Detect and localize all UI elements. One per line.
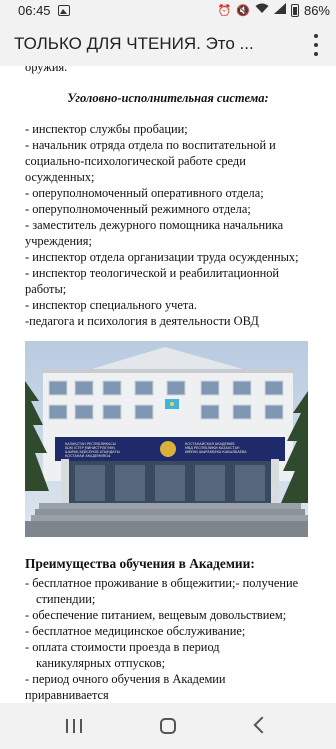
signal-icon (273, 3, 286, 18)
duty-line: работы; (25, 282, 67, 296)
advantage-line: - обеспечение питанием, вещевым довольст… (25, 608, 287, 622)
alarm-icon: ⏰ (217, 4, 232, 17)
duty-line: - инспектор теологической и реабилитацио… (25, 266, 280, 280)
sign-right-line: ИМЕНИ ШЫРАКБЕКА КАБЫЛБАЕВА (185, 450, 247, 454)
navigation-bar (0, 703, 336, 749)
section-title: Уголовно-исполнительная система: (67, 91, 269, 105)
status-bar: 06:45 ⏰ 🔇 86% (0, 0, 336, 22)
building-illustration: ҚАЗАҚСТАН РЕСПУБЛИКАСЫ ІШКІ ІСТЕР МИНИСТ… (25, 341, 308, 537)
advantages-title: Преимущества обучения в Академии: (25, 556, 255, 571)
duty-line: - инспектор специального учета. (25, 298, 198, 312)
battery-percent: 86% (303, 2, 330, 18)
duty-line: - инспектор отдела организации труда осу… (25, 250, 299, 264)
advantage-line: приравнивается (25, 688, 109, 702)
advantage-line: - бесплатное проживание в общежитии;- по… (25, 576, 299, 590)
more-vertical-icon[interactable] (308, 34, 324, 56)
duty-line: - заместитель дежурного помощника началь… (25, 218, 284, 232)
mute-icon: 🔇 (236, 4, 250, 17)
advantage-line: - бесплатное медицинское обслуживание; (25, 624, 246, 638)
duty-line: - начальник отряда отдела по воспитатель… (25, 138, 276, 152)
recent-apps-icon[interactable] (66, 719, 82, 733)
advantage-line: стипендии; (36, 592, 96, 606)
document-content[interactable]: оружия. Уголовно-исполнительная система:… (0, 66, 336, 703)
home-icon[interactable] (160, 718, 176, 734)
back-icon[interactable] (253, 716, 271, 734)
duty-line: - оперуполномоченный режимного отдела; (25, 202, 251, 216)
duty-line: социально-психологической работе среди (25, 154, 246, 168)
gallery-icon (58, 5, 70, 16)
duty-line: - инспектор службы пробации; (25, 122, 188, 136)
duty-line: -педагога и психология в деятельности ОВ… (25, 314, 259, 328)
advantage-line: - период очного обучения в Академии (25, 672, 226, 686)
app-header: ТОЛЬКО ДЛЯ ЧТЕНИЯ. Это ... (0, 22, 336, 66)
duties-list: - инспектор службы пробации; - начальник… (25, 121, 325, 329)
duty-line: учреждения; (25, 234, 92, 248)
sign-left-line: ҚОСТАНАЙ АКАДЕМИЯСЫ (65, 453, 110, 458)
advantages-list: - бесплатное проживание в общежитии;- по… (25, 575, 330, 703)
cut-off-text: оружия. (25, 66, 68, 74)
academy-building-photo: ҚАЗАҚСТАН РЕСПУБЛИКАСЫ ІШКІ ІСТЕР МИНИСТ… (25, 341, 308, 537)
battery-icon (290, 4, 299, 17)
advantage-line: каникулярных отпусков; (36, 656, 166, 670)
document-title: ТОЛЬКО ДЛЯ ЧТЕНИЯ. Это ... (14, 34, 254, 53)
status-icons: ⏰ 🔇 86% (218, 3, 330, 18)
duty-line: - оперуполномоченный оперативного отдела… (25, 186, 264, 200)
advantage-line: - оплата стоимости проезда в период (25, 640, 220, 654)
wifi-icon (255, 3, 269, 18)
status-time: 06:45 (18, 3, 51, 18)
duty-line: осужденных; (25, 170, 95, 184)
